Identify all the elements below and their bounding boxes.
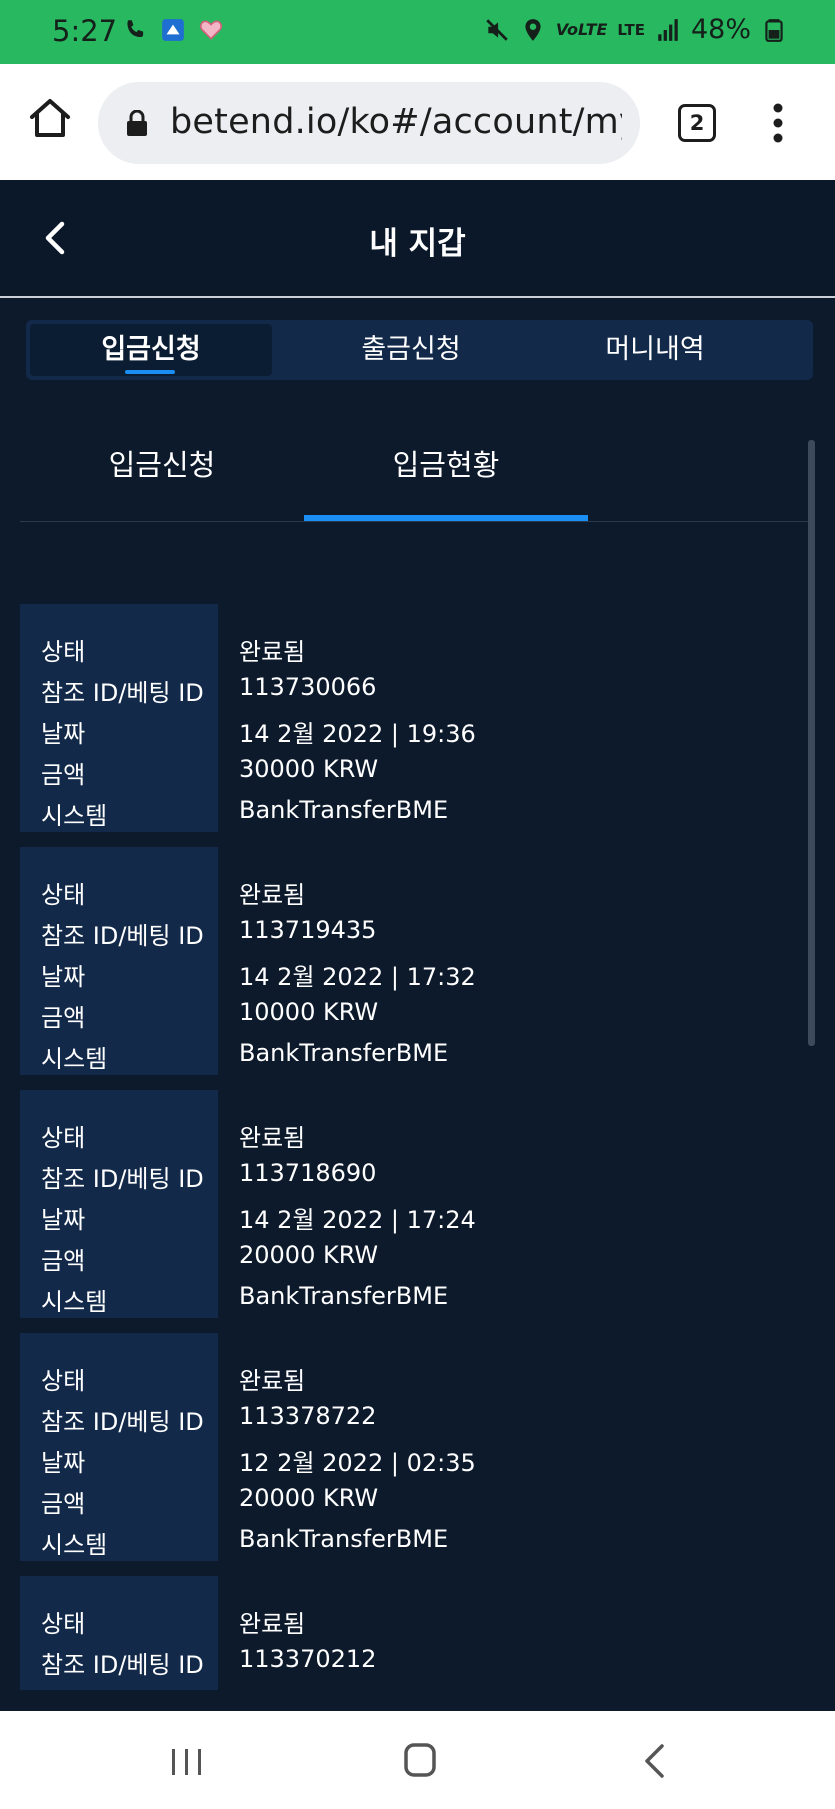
active-subtab-indicator bbox=[304, 515, 588, 521]
active-tab-indicator bbox=[125, 370, 175, 374]
mute-icon bbox=[486, 18, 508, 41]
amount-label: 금액 bbox=[41, 1490, 86, 1518]
system-value: BankTransferBME bbox=[239, 796, 449, 824]
status-value: 완료됨 bbox=[239, 1610, 306, 1638]
url-text: betend.io/ko#/account/my-w bbox=[170, 102, 622, 142]
list-item: 상태 참조 ID/베팅 ID 날짜 금액 시스템 완료됨 113378722 1… bbox=[20, 1333, 808, 1561]
page-title: 내 지갑 bbox=[369, 226, 466, 262]
notification-icons bbox=[122, 17, 224, 43]
tab-money-history[interactable]: 머니내역 bbox=[534, 324, 776, 376]
nav-home-icon[interactable] bbox=[403, 1741, 437, 1779]
ref-id-value: 113719435 bbox=[239, 916, 377, 944]
more-menu-icon[interactable] bbox=[768, 102, 788, 144]
status-label: 상태 bbox=[41, 1610, 86, 1638]
deposit-list: 상태 참조 ID/베팅 ID 날짜 금액 시스템 완료됨 113730066 1… bbox=[20, 600, 808, 1690]
list-item: 상태 참조 ID/베팅 ID 날짜 금액 시스템 완료됨 113718690 1… bbox=[20, 1090, 808, 1318]
system-label: 시스템 bbox=[41, 1531, 108, 1559]
status-label: 상태 bbox=[41, 1124, 86, 1152]
date-label: 날짜 bbox=[41, 720, 86, 748]
status-value: 완료됨 bbox=[239, 638, 306, 666]
location-icon bbox=[525, 18, 541, 41]
ref-id-label: 참조 ID/베팅 ID bbox=[41, 1165, 204, 1193]
list-item: 상태 참조 ID/베팅 ID 날짜 금액 시스템 완료됨 113719435 1… bbox=[20, 847, 808, 1075]
main-tab-bar: 입금신청 출금신청 머니내역 bbox=[26, 320, 813, 380]
subtab-deposit-status[interactable]: 입금현황 bbox=[304, 442, 588, 484]
phone-icon bbox=[127, 20, 144, 38]
app-notification-icon bbox=[162, 19, 184, 41]
status-label: 상태 bbox=[41, 881, 86, 909]
home-icon[interactable] bbox=[28, 96, 72, 140]
ref-id-value: 113730066 bbox=[239, 673, 377, 701]
battery-percent: 48% bbox=[690, 14, 751, 45]
tab-deposit-request[interactable]: 입금신청 bbox=[30, 324, 272, 376]
date-label: 날짜 bbox=[41, 1206, 86, 1234]
signal-icon bbox=[658, 18, 678, 41]
status-value: 완료됨 bbox=[239, 1367, 306, 1395]
page-header: 내 지갑 bbox=[0, 180, 835, 298]
tab-withdraw-request[interactable]: 출금신청 bbox=[290, 324, 532, 376]
date-value: 14 2월 2022 | 19:36 bbox=[239, 720, 476, 748]
ref-id-value: 113378722 bbox=[239, 1402, 377, 1430]
amount-value: 20000 KRW bbox=[239, 1241, 379, 1269]
ref-id-label: 참조 ID/베팅 ID bbox=[41, 1408, 204, 1436]
system-value: BankTransferBME bbox=[239, 1039, 449, 1067]
network-type: LTE bbox=[617, 20, 645, 39]
system-value: BankTransferBME bbox=[239, 1282, 449, 1310]
ref-id-value: 113370212 bbox=[239, 1645, 377, 1673]
system-value: BankTransferBME bbox=[239, 1525, 449, 1553]
lock-icon bbox=[127, 110, 147, 136]
subtab-deposit-request[interactable]: 입금신청 bbox=[20, 442, 304, 484]
amount-value: 30000 KRW bbox=[239, 755, 379, 783]
status-value: 완료됨 bbox=[239, 881, 306, 909]
date-label: 날짜 bbox=[41, 1686, 85, 1690]
date-label: 날짜 bbox=[41, 963, 86, 991]
list-item: 상태 참조 ID/베팅 ID 날짜 금액 시스템 완료됨 113730066 1… bbox=[20, 604, 808, 832]
amount-label: 금액 bbox=[41, 1247, 86, 1275]
battery-icon bbox=[765, 18, 783, 42]
recent-apps-icon[interactable] bbox=[170, 1747, 204, 1777]
tab-label: 출금신청 bbox=[361, 334, 461, 365]
system-icons: VoLTE LTE 48% bbox=[484, 14, 787, 45]
nav-back-icon[interactable] bbox=[642, 1743, 666, 1779]
heart-icon bbox=[199, 20, 223, 40]
system-nav-bar bbox=[0, 1711, 835, 1809]
ref-id-label: 참조 ID/베팅 ID bbox=[41, 679, 204, 707]
amount-label: 금액 bbox=[41, 761, 86, 789]
status-value: 완료됨 bbox=[239, 1124, 306, 1152]
date-value: 12 2월 2022 | 02:35 bbox=[239, 1449, 476, 1477]
date-label: 날짜 bbox=[41, 1449, 86, 1477]
ref-id-value: 113718690 bbox=[239, 1159, 377, 1187]
status-label: 상태 bbox=[41, 1367, 86, 1395]
date-value: 14 2월 2022 | 17:32 bbox=[239, 963, 476, 991]
tab-label: 입금신청 bbox=[101, 334, 201, 365]
ref-id-label: 참조 ID/베팅 ID bbox=[41, 922, 204, 950]
amount-value: 20000 KRW bbox=[239, 1484, 379, 1512]
clock: 5:27 bbox=[52, 14, 118, 48]
ref-id-label: 참조 ID/베팅 ID bbox=[41, 1651, 204, 1679]
tab-label: 머니내역 bbox=[605, 334, 705, 365]
browser-toolbar: betend.io/ko#/account/my-w 2 bbox=[0, 64, 835, 180]
system-label: 시스템 bbox=[41, 1045, 108, 1073]
scrollbar[interactable] bbox=[808, 440, 815, 1046]
address-bar[interactable]: betend.io/ko#/account/my-w bbox=[98, 82, 640, 164]
system-label: 시스템 bbox=[41, 802, 108, 830]
status-bar: 5:27 VoLTE LTE 48% bbox=[0, 0, 835, 64]
list-item: 상태 참조 ID/베팅 ID 날짜 완료됨 113370212 bbox=[20, 1576, 808, 1690]
sub-tab-bar: 입금신청 입금현황 bbox=[20, 420, 815, 522]
amount-label: 금액 bbox=[41, 1004, 86, 1032]
status-label: 상태 bbox=[41, 638, 86, 666]
system-label: 시스템 bbox=[41, 1288, 108, 1316]
volte-icon: VoLTE bbox=[555, 20, 608, 39]
tab-switcher-button[interactable]: 2 bbox=[678, 104, 716, 142]
amount-value: 10000 KRW bbox=[239, 998, 379, 1026]
date-value: 14 2월 2022 | 17:24 bbox=[239, 1206, 476, 1234]
